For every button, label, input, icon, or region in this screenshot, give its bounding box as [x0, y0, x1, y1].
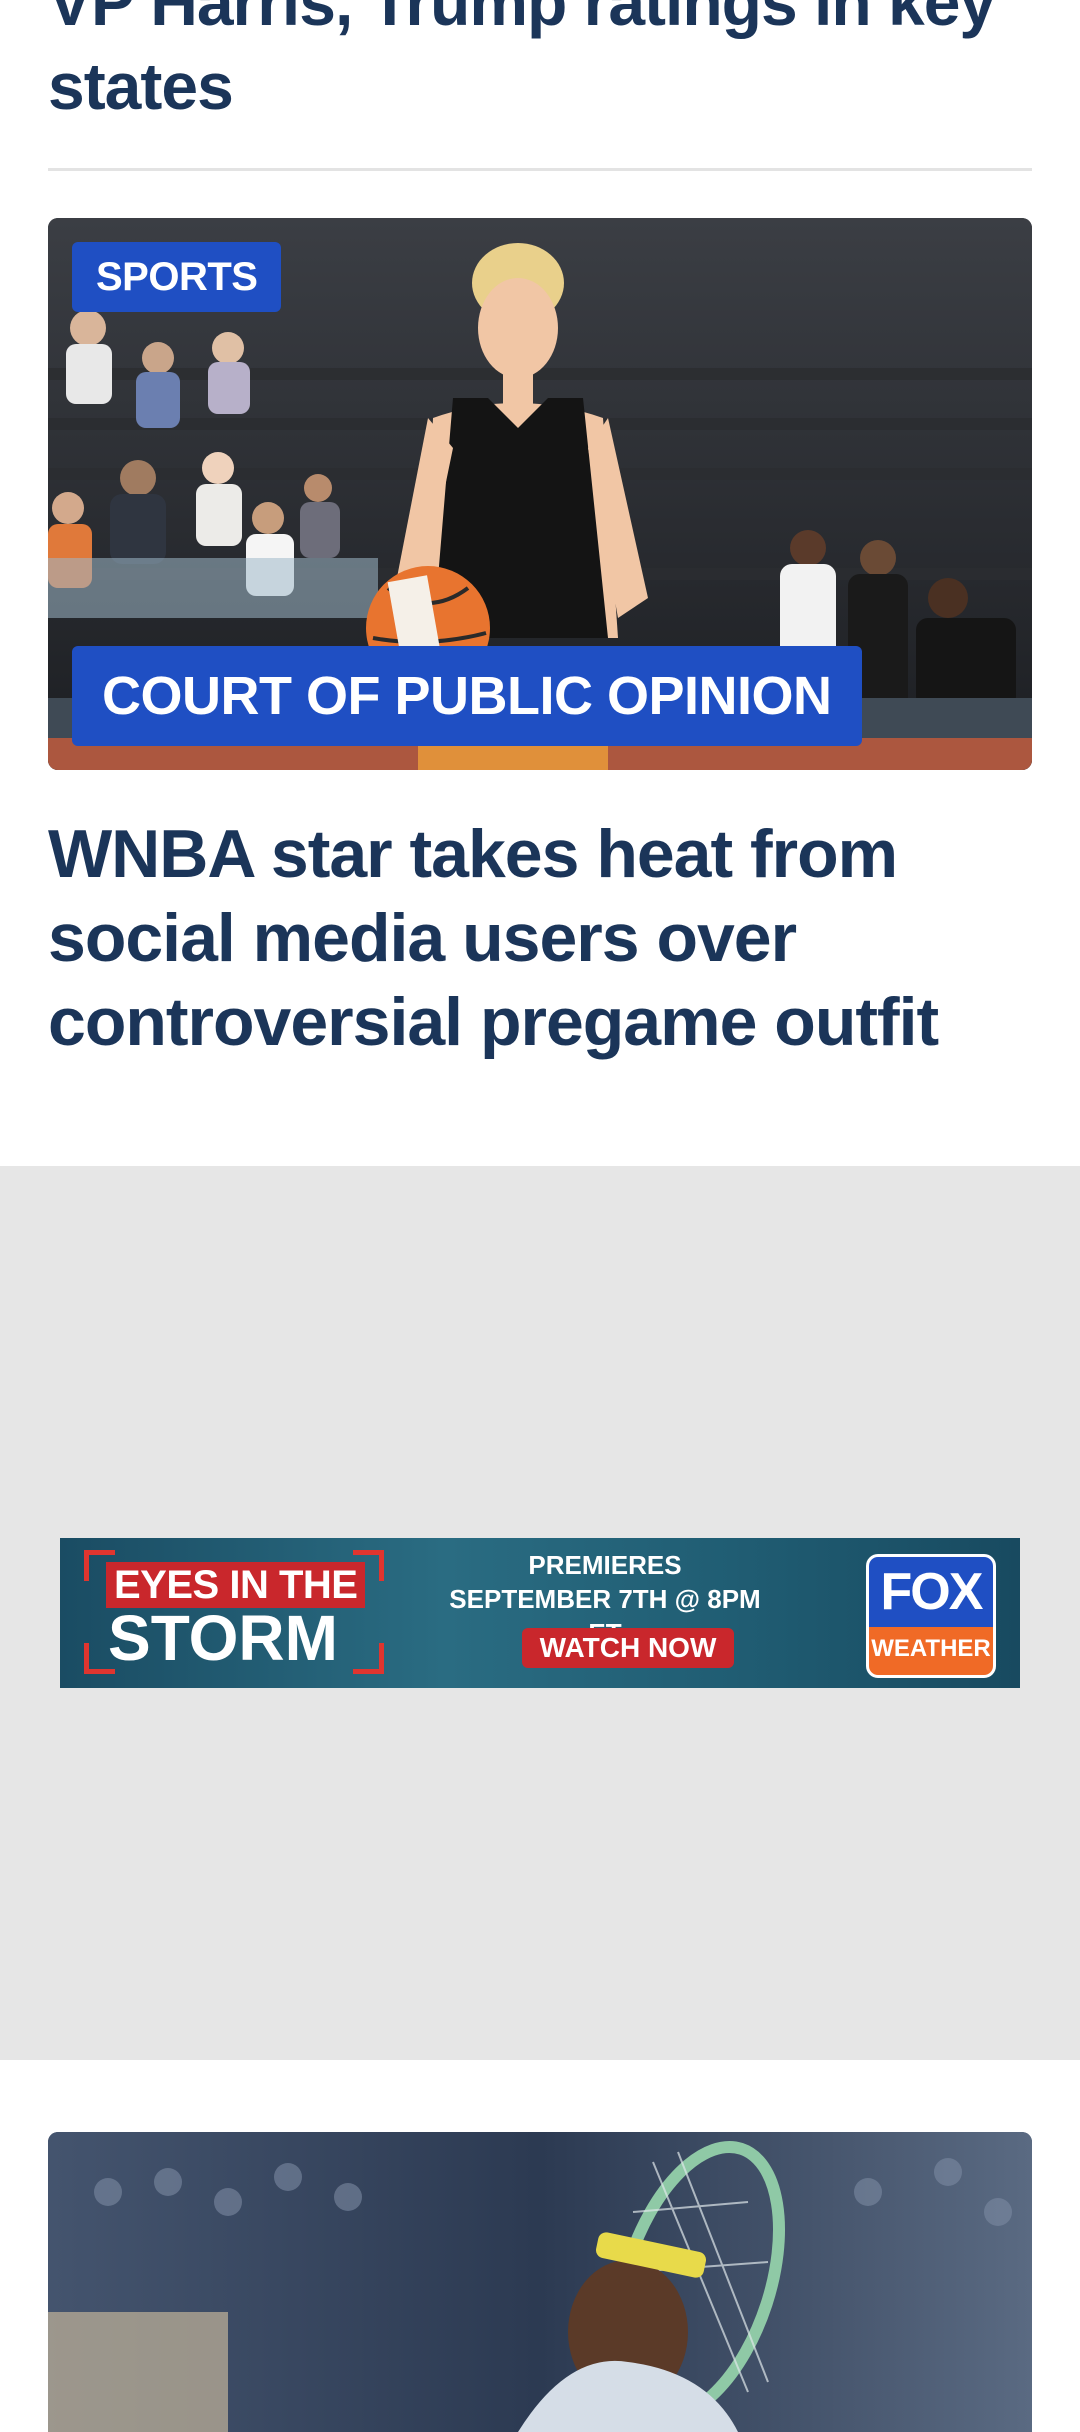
ad-premieres-text: PREMIERES [528, 1550, 682, 1580]
fox-weather-logo: FOX WEATHER [866, 1554, 996, 1678]
previous-article-headline[interactable]: VP Harris, Trump ratings in key states [48, 0, 1038, 128]
featured-article-image[interactable]: SPORTS COURT OF PUBLIC OPINION [48, 218, 1032, 770]
ad-container: EYES IN THE STORM PREMIERES SEPTEMBER 7T… [0, 1166, 1080, 2060]
image-banner-label: COURT OF PUBLIC OPINION [72, 646, 862, 746]
ad-watch-now-button[interactable]: WATCH NOW [522, 1628, 734, 1668]
weather-logo-text: WEATHER [869, 1627, 993, 1675]
featured-article-headline[interactable]: WNBA star takes heat from social media u… [48, 812, 1038, 1064]
ad-show-title-line2: STORM [108, 1602, 338, 1674]
next-photo [48, 2132, 1032, 2432]
next-article-image[interactable] [48, 2132, 1032, 2432]
ad-banner[interactable]: EYES IN THE STORM PREMIERES SEPTEMBER 7T… [60, 1538, 1020, 1688]
category-badge[interactable]: SPORTS [72, 242, 282, 312]
article-divider [48, 168, 1032, 171]
fox-logo-text: FOX [869, 1557, 993, 1627]
